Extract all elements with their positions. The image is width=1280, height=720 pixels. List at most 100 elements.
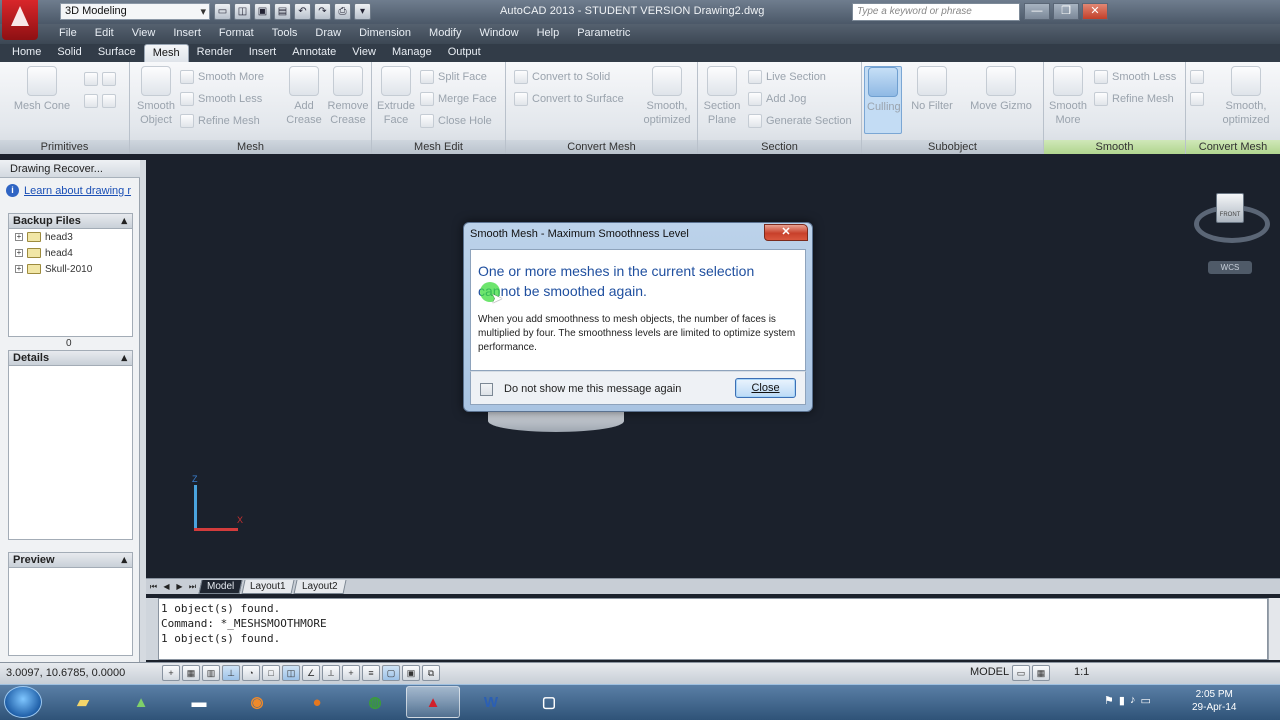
taskbar-clock[interactable]: 2:05 PM 29-Apr-14 [1192, 688, 1236, 714]
panel-title-mesh-edit[interactable]: Mesh Edit [372, 140, 505, 154]
menu-format[interactable]: Format [210, 24, 263, 44]
convert-small-icon-2[interactable] [1190, 90, 1204, 108]
layout-tab-layout2[interactable]: Layout2 [293, 579, 346, 594]
menu-view[interactable]: View [123, 24, 165, 44]
tab-view[interactable]: View [344, 44, 384, 62]
command-history[interactable]: 1 object(s) found. Command: *_MESHSMOOTHM… [158, 598, 1268, 660]
save-icon[interactable]: ▣ [254, 3, 271, 20]
smooth-less-small-button[interactable]: Smooth Less [1094, 68, 1176, 86]
panel-title-mesh[interactable]: Mesh [130, 140, 371, 154]
save-as-icon[interactable]: ▤ [274, 3, 291, 20]
panel-title-section[interactable]: Section [698, 140, 861, 154]
menu-window[interactable]: Window [470, 24, 527, 44]
coordinates-readout[interactable]: 3.0097, 10.6785, 0.0000 [6, 667, 125, 679]
prev-tab-arrow-icon[interactable]: ◀ [161, 581, 172, 593]
smooth-object-button[interactable]: Smooth Object [134, 66, 178, 127]
panel-title-smooth[interactable]: Smooth [1044, 140, 1185, 154]
undo-icon[interactable]: ↶ [294, 3, 311, 20]
smooth-optimized-dropdown-2[interactable]: Smooth, optimized [1216, 66, 1276, 127]
redo-icon[interactable]: ↷ [314, 3, 331, 20]
dont-show-again-checkbox[interactable] [480, 383, 493, 396]
menu-file[interactable]: File [50, 24, 86, 44]
lineweight-icon[interactable]: ≡ [362, 665, 380, 681]
extrude-face-button[interactable]: Extrude Face [374, 66, 418, 127]
tab-insert[interactable]: Insert [241, 44, 285, 62]
plot-icon[interactable]: ⎙ [334, 3, 351, 20]
menu-parametric[interactable]: Parametric [568, 24, 639, 44]
firefox-task-icon[interactable]: ● [290, 686, 344, 718]
refine-mesh-small-button[interactable]: Refine Mesh [1094, 90, 1174, 108]
refine-mesh-button[interactable]: Refine Mesh [180, 112, 260, 130]
grid-icon[interactable]: ▥ [202, 665, 220, 681]
smooth-more-large-button[interactable]: Smooth More [1046, 66, 1090, 127]
volume-icon[interactable]: ♪ [1130, 694, 1136, 707]
menu-modify[interactable]: Modify [420, 24, 470, 44]
close-button[interactable]: Close [735, 378, 796, 398]
start-button[interactable] [4, 686, 42, 718]
ortho-icon[interactable]: ⊥ [222, 665, 240, 681]
remove-crease-button[interactable]: Remove Crease [326, 66, 370, 127]
close-window-button[interactable]: ✕ [1082, 3, 1108, 20]
otrack-icon[interactable]: ∠ [302, 665, 320, 681]
menu-insert[interactable]: Insert [164, 24, 210, 44]
smooth-more-button[interactable]: Smooth More [180, 68, 264, 86]
tab-mesh[interactable]: Mesh [143, 44, 189, 62]
backup-file-item[interactable]: + Skull-2010 [9, 261, 132, 277]
chrome-task-icon[interactable]: ◍ [348, 686, 402, 718]
infer-constraints-icon[interactable]: + [162, 665, 180, 681]
wcs-menu[interactable]: WCS [1208, 261, 1252, 274]
explorer-task-icon[interactable]: ▰ [56, 686, 110, 718]
primitive-wedge-icon[interactable] [84, 92, 116, 110]
convert-to-surface-button[interactable]: Convert to Surface [514, 90, 624, 108]
layout-tab-layout1[interactable]: Layout1 [241, 579, 295, 594]
last-tab-arrow-icon[interactable]: ⏭ [187, 581, 198, 593]
command-scrollbar[interactable] [1268, 598, 1280, 660]
mesh-cone-button[interactable]: Mesh Cone [12, 66, 72, 113]
tab-output[interactable]: Output [440, 44, 489, 62]
tab-home[interactable]: Home [4, 44, 49, 62]
backup-file-item[interactable]: + head4 [9, 245, 132, 261]
live-section-button[interactable]: Live Section [748, 68, 826, 86]
learn-link[interactable]: Learn about drawing r [24, 185, 131, 197]
next-tab-arrow-icon[interactable]: ▶ [174, 581, 185, 593]
layout-tab-model[interactable]: Model [198, 579, 243, 594]
first-tab-arrow-icon[interactable]: ⏮ [148, 581, 159, 593]
menu-dimension[interactable]: Dimension [350, 24, 420, 44]
backup-files-header[interactable]: Backup Files [8, 213, 133, 229]
open-icon[interactable]: ◫ [234, 3, 251, 20]
terminal-task-icon[interactable]: ▬ [172, 686, 226, 718]
publish-icon[interactable]: ▾ [354, 3, 371, 20]
menu-draw[interactable]: Draw [306, 24, 350, 44]
dialog-close-x-button[interactable]: ✕ [764, 224, 808, 241]
section-plane-button[interactable]: Section Plane [700, 66, 744, 127]
chart-task-icon[interactable]: ▲ [114, 686, 168, 718]
details-header[interactable]: Details [8, 350, 133, 366]
polar-icon[interactable]: ◔ [242, 665, 260, 681]
panel-title-convert-mesh-2[interactable]: Convert Mesh [1186, 140, 1280, 154]
media-player-task-icon[interactable]: ◉ [230, 686, 284, 718]
ducs-icon[interactable]: ⟂ [322, 665, 340, 681]
no-filter-dropdown[interactable]: No Filter [908, 66, 956, 113]
quick-properties-icon[interactable]: ▣ [402, 665, 420, 681]
tab-solid[interactable]: Solid [49, 44, 89, 62]
smooth-optimized-dropdown[interactable]: Smooth, optimized [638, 66, 696, 127]
expand-icon[interactable]: + [15, 249, 23, 257]
backup-file-item[interactable]: + head3 [9, 229, 132, 245]
quick-view-layouts-icon[interactable]: ▭ [1012, 665, 1030, 681]
convert-to-solid-button[interactable]: Convert to Solid [514, 68, 610, 86]
menu-edit[interactable]: Edit [86, 24, 123, 44]
dont-show-again-label[interactable]: Do not show me this message again [504, 383, 681, 395]
panel-title-subobject[interactable]: Subobject [862, 140, 1043, 154]
primitive-box-icon[interactable] [84, 70, 116, 88]
menu-help[interactable]: Help [528, 24, 569, 44]
snap-icon[interactable]: ▦ [182, 665, 200, 681]
expand-icon[interactable]: + [15, 265, 23, 273]
new-icon[interactable]: ▭ [214, 3, 231, 20]
annotation-scale[interactable]: 1:1 [1074, 666, 1089, 678]
generate-section-button[interactable]: Generate Section [748, 112, 852, 130]
network-icon[interactable]: ▮ [1119, 694, 1125, 707]
panel-title-primitives[interactable]: Primitives [0, 140, 129, 154]
move-gizmo-dropdown[interactable]: Move Gizmo [964, 66, 1038, 113]
3d-osnap-icon[interactable]: ◫ [282, 665, 300, 681]
dyn-icon[interactable]: + [342, 665, 360, 681]
